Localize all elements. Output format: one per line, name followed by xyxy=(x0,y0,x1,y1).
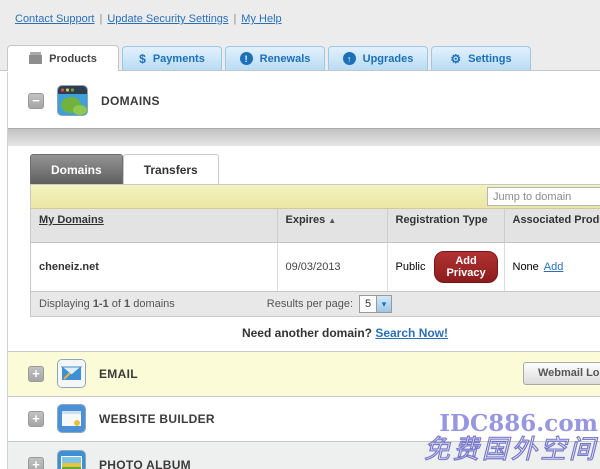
results-per-page: Results per page: 5 ▾ xyxy=(267,295,392,313)
domains-table-card: My Domains Expires▲ Registration Type As… xyxy=(30,184,600,317)
website-builder-app-icon xyxy=(57,404,86,433)
dollar-icon: $ xyxy=(139,53,146,65)
photo-album-app-icon xyxy=(57,450,86,469)
sort-ascending-icon: ▲ xyxy=(328,216,336,225)
column-associated-products: Associated Products xyxy=(513,214,600,226)
tab-renewals-label: Renewals xyxy=(260,53,311,65)
tab-transfers[interactable]: Transfers xyxy=(123,154,219,184)
email-section-row: + EMAIL Webmail Login xyxy=(8,351,600,396)
email-app-icon xyxy=(57,359,86,388)
up-arrow-circle-icon: ↑ xyxy=(343,52,356,65)
tab-payments[interactable]: $ Payments xyxy=(122,46,222,70)
webmail-login-button[interactable]: Webmail Login xyxy=(523,362,600,385)
tab-products-label: Products xyxy=(49,53,97,65)
email-section-title: EMAIL xyxy=(99,367,138,381)
link-separator: | xyxy=(100,13,103,25)
results-per-page-value: 5 xyxy=(360,296,376,312)
domains-app-icon xyxy=(57,85,88,116)
domains-section-title: DOMAINS xyxy=(101,94,160,108)
collapse-domains-button[interactable]: − xyxy=(28,93,44,109)
results-per-page-select[interactable]: 5 ▾ xyxy=(359,295,392,313)
domains-section-header: − DOMAINS xyxy=(8,72,600,128)
table-header-row: My Domains Expires▲ Registration Type As… xyxy=(31,209,600,242)
column-expires[interactable]: Expires xyxy=(286,214,326,226)
website-builder-section-title: WEBSITE BUILDER xyxy=(99,412,215,426)
expand-email-button[interactable]: + xyxy=(28,366,44,382)
add-privacy-button[interactable]: Add Privacy xyxy=(434,251,497,283)
domains-card: Domains Transfers My Domains Expires▲ Re… xyxy=(30,153,600,317)
domains-table: My Domains Expires▲ Registration Type As… xyxy=(31,209,600,291)
search-now-link[interactable]: Search Now! xyxy=(375,326,448,340)
products-box-icon xyxy=(29,52,42,66)
tab-upgrades-label: Upgrades xyxy=(363,53,414,65)
table-row: cheneiz.net 09/03/2013 Public Add Privac… xyxy=(31,242,600,291)
website-builder-section-row: + WEBSITE BUILDER xyxy=(8,396,600,441)
domain-name[interactable]: cheneiz.net xyxy=(39,261,99,273)
photo-album-section-row: + PHOTO ALBUM xyxy=(8,441,600,469)
tab-domains[interactable]: Domains xyxy=(30,154,123,184)
main-tab-strip: Products $ Payments ! Renewals ↑ Upgrade… xyxy=(0,40,600,71)
table-footer: Displaying 1-1 of 1 domains Results per … xyxy=(31,291,600,316)
info-circle-icon: ! xyxy=(240,52,253,65)
expand-photo-album-button[interactable]: + xyxy=(28,457,44,469)
products-panel: − DOMAINS Domains Transfers xyxy=(7,72,600,469)
jump-to-domain-input[interactable] xyxy=(487,187,600,206)
domain-promo: Need another domain? Search Now! xyxy=(8,317,600,351)
link-separator: | xyxy=(233,13,236,25)
photo-album-section-title: PHOTO ALBUM xyxy=(99,458,191,469)
tab-upgrades[interactable]: ↑ Upgrades xyxy=(328,46,428,70)
add-associated-link[interactable]: Add xyxy=(544,261,564,273)
registration-type-value: Public xyxy=(396,261,426,273)
column-registration-type: Registration Type xyxy=(396,214,488,226)
chevron-down-icon: ▾ xyxy=(376,296,391,312)
tab-settings[interactable]: ⚙ Settings xyxy=(431,46,531,70)
domains-inner-tabs: Domains Transfers xyxy=(30,153,600,184)
expires-date: 09/03/2013 xyxy=(277,242,387,291)
displaying-text: Displaying 1-1 of 1 domains xyxy=(39,298,175,310)
expand-website-builder-button[interactable]: + xyxy=(28,411,44,427)
promo-question: Need another domain? xyxy=(242,326,372,340)
top-links-bar: Contact Support | Update Security Settings… xyxy=(0,0,600,40)
contact-support-link[interactable]: Contact Support xyxy=(15,13,95,25)
tab-payments-label: Payments xyxy=(153,53,205,65)
associated-products-value: None xyxy=(513,261,539,273)
section-divider-bar xyxy=(8,128,600,146)
gear-icon: ⚙ xyxy=(450,53,461,65)
results-per-page-label: Results per page: xyxy=(267,298,353,310)
tab-products[interactable]: Products xyxy=(7,45,119,71)
my-help-link[interactable]: My Help xyxy=(241,13,281,25)
update-security-settings-link[interactable]: Update Security Settings xyxy=(107,13,228,25)
domain-search-bar xyxy=(31,185,600,209)
column-my-domains[interactable]: My Domains xyxy=(39,214,104,226)
tab-settings-label: Settings xyxy=(468,53,511,65)
tab-renewals[interactable]: ! Renewals xyxy=(225,46,325,70)
